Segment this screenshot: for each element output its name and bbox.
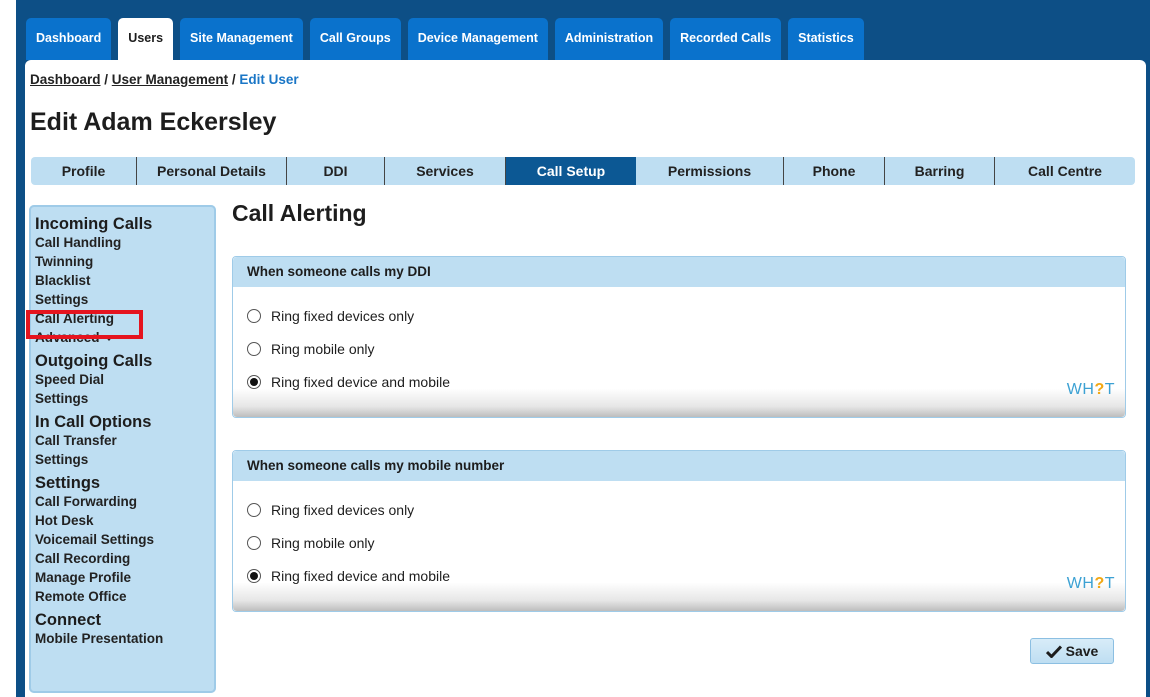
mobile-panel-header: When someone calls my mobile number	[233, 451, 1125, 481]
logo-question: ?	[1094, 381, 1105, 398]
top-nav: Dashboard Users Site Management Call Gro…	[26, 18, 871, 60]
sidebar-item-twinning[interactable]: Twinning	[35, 252, 210, 271]
option-label: Ring fixed devices only	[271, 501, 415, 518]
sidebar-item-speed-dial[interactable]: Speed Dial	[35, 370, 210, 389]
sidebar-item-hot-desk[interactable]: Hot Desk	[35, 511, 210, 530]
tab-call-setup[interactable]: Call Setup	[506, 157, 636, 185]
sidebar-item-incoming-settings[interactable]: Settings	[35, 290, 210, 309]
ddi-option-mobile-only[interactable]: Ring mobile only	[247, 332, 1125, 365]
sidebar-item-call-forwarding[interactable]: Call Forwarding	[35, 492, 210, 511]
tab-barring[interactable]: Barring	[885, 157, 995, 185]
sidebar-item-manage-profile[interactable]: Manage Profile	[35, 568, 210, 587]
ddi-panel-header: When someone calls my DDI	[233, 257, 1125, 287]
sidebar-item-voicemail-settings[interactable]: Voicemail Settings	[35, 530, 210, 549]
tab-services[interactable]: Services	[385, 157, 506, 185]
page-title: Edit Adam Eckersley	[30, 108, 277, 136]
sidebar-item-advanced-label: Advanced	[35, 330, 100, 345]
sidebar-heading-outgoing-calls: Outgoing Calls	[35, 352, 153, 370]
breadcrumb-separator: /	[100, 72, 112, 87]
radio-button[interactable]	[247, 535, 261, 550]
ddi-panel-body: Ring fixed devices only Ring mobile only…	[233, 287, 1125, 417]
sidebar-item-outgoing-settings[interactable]: Settings	[35, 389, 210, 408]
nav-tab-recorded-calls[interactable]: Recorded Calls	[670, 18, 782, 60]
nav-tab-users[interactable]: Users	[118, 18, 174, 60]
mobile-option-fixed-and-mobile[interactable]: Ring fixed device and mobile	[247, 559, 1125, 592]
sidebar-heading-incoming-calls: Incoming Calls	[35, 215, 153, 233]
sidebar-item-call-transfer[interactable]: Call Transfer	[35, 431, 210, 450]
tab-ddi[interactable]: DDI	[287, 157, 385, 185]
whatt-logo: WH?T	[1067, 575, 1115, 593]
option-label: Ring fixed device and mobile	[271, 567, 450, 584]
sidebar-item-mobile-presentation[interactable]: Mobile Presentation	[35, 629, 210, 648]
option-label: Ring fixed device and mobile	[271, 373, 450, 390]
tab-permissions[interactable]: Permissions	[636, 157, 784, 185]
mobile-panel: When someone calls my mobile number Ring…	[232, 450, 1126, 612]
ddi-option-fixed-and-mobile[interactable]: Ring fixed device and mobile	[247, 365, 1125, 398]
whatt-logo: WH?T	[1067, 381, 1115, 399]
mobile-option-fixed-only[interactable]: Ring fixed devices only	[247, 493, 1125, 526]
nav-tab-site-management[interactable]: Site Management	[180, 18, 303, 60]
sidebar: Incoming Calls Call Handling Twinning Bl…	[29, 205, 216, 693]
section-title: Call Alerting	[232, 200, 367, 226]
tab-phone[interactable]: Phone	[784, 157, 885, 185]
sidebar-heading-settings: Settings	[35, 474, 101, 492]
sub-tabs: Profile Personal Details DDI Services Ca…	[31, 157, 1135, 185]
nav-tab-call-groups[interactable]: Call Groups	[309, 18, 401, 60]
radio-dot-icon	[250, 377, 258, 386]
breadcrumb-dashboard[interactable]: Dashboard	[30, 72, 101, 87]
breadcrumb-current: Edit User	[239, 72, 299, 87]
ddi-panel: When someone calls my DDI Ring fixed dev…	[232, 256, 1126, 418]
nav-tab-device-management[interactable]: Device Management	[407, 18, 548, 60]
sidebar-item-advanced[interactable]: Advanced	[35, 328, 210, 347]
save-button[interactable]: Save	[1030, 638, 1114, 664]
breadcrumb-user-management[interactable]: User Management	[112, 72, 228, 87]
tab-personal-details[interactable]: Personal Details	[137, 157, 287, 185]
logo-text-left: WH	[1066, 381, 1095, 398]
breadcrumb: Dashboard / User Management / Edit User	[30, 72, 299, 87]
option-label: Ring mobile only	[271, 340, 375, 357]
sidebar-item-in-call-settings[interactable]: Settings	[35, 450, 210, 469]
sidebar-item-call-alerting[interactable]: Call Alerting	[35, 309, 210, 328]
radio-dot-icon	[250, 571, 258, 580]
option-label: Ring fixed devices only	[271, 307, 415, 324]
sidebar-heading-in-call-options: In Call Options	[35, 413, 152, 431]
radio-button-selected[interactable]	[247, 568, 261, 583]
sidebar-item-call-recording[interactable]: Call Recording	[35, 549, 210, 568]
sidebar-item-call-handling[interactable]: Call Handling	[35, 233, 210, 252]
radio-button-selected[interactable]	[247, 374, 261, 389]
tab-profile[interactable]: Profile	[31, 157, 137, 185]
checkmark-icon	[1045, 644, 1062, 658]
caret-down-icon	[103, 334, 114, 341]
logo-text-right: T	[1104, 575, 1115, 592]
logo-text-right: T	[1104, 381, 1115, 398]
nav-tab-administration[interactable]: Administration	[554, 18, 664, 60]
sidebar-item-blacklist[interactable]: Blacklist	[35, 271, 210, 290]
radio-button[interactable]	[247, 341, 261, 356]
logo-question: ?	[1094, 575, 1105, 592]
option-label: Ring mobile only	[271, 534, 375, 551]
sidebar-heading-connect: Connect	[35, 611, 101, 629]
tab-call-centre[interactable]: Call Centre	[995, 157, 1135, 185]
radio-button[interactable]	[247, 502, 261, 517]
mobile-option-mobile-only[interactable]: Ring mobile only	[247, 526, 1125, 559]
nav-tab-statistics[interactable]: Statistics	[788, 18, 864, 60]
breadcrumb-separator: /	[228, 72, 240, 87]
radio-button[interactable]	[247, 308, 261, 323]
ddi-option-fixed-only[interactable]: Ring fixed devices only	[247, 299, 1125, 332]
logo-text-left: WH	[1066, 575, 1095, 592]
nav-tab-dashboard[interactable]: Dashboard	[26, 18, 112, 60]
mobile-panel-body: Ring fixed devices only Ring mobile only…	[233, 481, 1125, 611]
sidebar-item-remote-office[interactable]: Remote Office	[35, 587, 210, 606]
save-label: Save	[1065, 643, 1099, 659]
